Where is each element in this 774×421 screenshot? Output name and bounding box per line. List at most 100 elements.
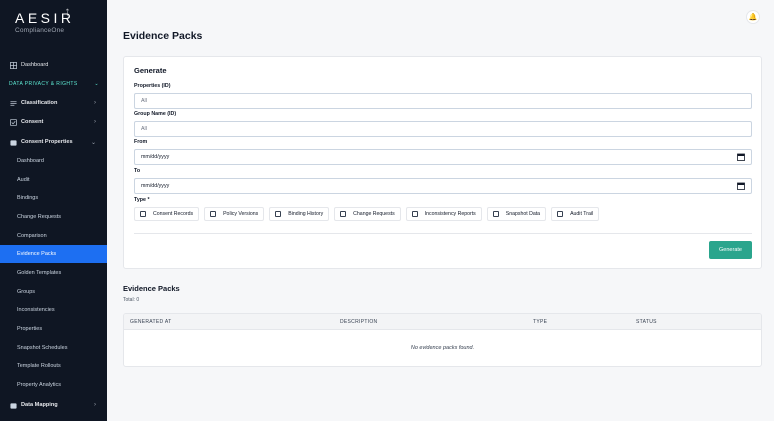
checkbox-label: Inconsistency Reports bbox=[424, 211, 476, 217]
sidebar-subitem-properties[interactable]: Properties bbox=[0, 320, 107, 338]
sidebar-subitem-template-rollouts[interactable]: Template Rollouts bbox=[0, 357, 107, 375]
sidebar-subitem-label: Golden Templates bbox=[17, 270, 62, 276]
column-header-description[interactable]: DESCRIPTION bbox=[340, 319, 377, 325]
sidebar-item-label: Consent Properties bbox=[21, 139, 73, 145]
checkbox-icon bbox=[275, 211, 282, 217]
sidebar-item-classification[interactable]: Classification › bbox=[0, 95, 107, 111]
sidebar-subitem-golden-templates[interactable]: Golden Templates bbox=[0, 264, 107, 282]
sidebar-subitem-dashboard[interactable]: Dashboard bbox=[0, 152, 107, 170]
column-header-status[interactable]: STATUS bbox=[636, 319, 657, 325]
list-icon bbox=[10, 100, 17, 107]
type-audit-trail-checkbox[interactable]: Audit Trail bbox=[551, 207, 600, 221]
generate-button[interactable]: Generate bbox=[709, 241, 752, 259]
type-options: Consent Records Policy Versions Binding … bbox=[134, 207, 604, 221]
sidebar-subitem-audit[interactable]: Audit bbox=[0, 171, 107, 189]
logo[interactable]: AESIR ComplianceOne ᛏ bbox=[15, 8, 95, 34]
checkbox-label: Change Requests bbox=[353, 211, 395, 217]
sidebar-subitem-label: Properties bbox=[17, 326, 43, 332]
group-select[interactable]: All bbox=[134, 121, 752, 137]
sidebar-subitem-inconsistencies[interactable]: Inconsistencies bbox=[0, 301, 107, 319]
sidebar-item-label: Classification bbox=[21, 100, 58, 106]
group-label: Group Name (ID) bbox=[134, 111, 177, 117]
generate-title: Generate bbox=[134, 66, 167, 75]
checkbox-icon bbox=[492, 211, 499, 217]
sidebar-subitem-label: Bindings bbox=[17, 195, 39, 201]
group-value: All bbox=[141, 126, 147, 132]
sidebar-subitem-label: Comparison bbox=[17, 233, 47, 239]
column-header-type[interactable]: TYPE bbox=[533, 319, 547, 325]
empty-state-message: No evidence packs found. bbox=[410, 345, 475, 351]
from-label: From bbox=[134, 139, 148, 145]
to-date-input[interactable]: mm/dd/yyyy bbox=[134, 178, 752, 194]
chevron-right-icon: › bbox=[94, 100, 96, 106]
sidebar-subitem-label: Snapshot Schedules bbox=[17, 345, 68, 351]
generate-card: Generate Properties (ID) All Group Name … bbox=[123, 56, 762, 269]
type-policy-versions-checkbox[interactable]: Policy Versions bbox=[204, 207, 265, 221]
checkbox-label: Binding History bbox=[288, 211, 324, 217]
sidebar-subitem-label: Evidence Packs bbox=[17, 251, 57, 257]
packs-table: GENERATED AT DESCRIPTION TYPE STATUS No … bbox=[123, 313, 762, 367]
type-consent-records-checkbox[interactable]: Consent Records bbox=[134, 207, 200, 221]
sidebar-item-dashboard[interactable]: Dashboard bbox=[0, 57, 107, 73]
sidebar: AESIR ComplianceOne ᛏ Dashboard DATA PRI… bbox=[0, 0, 107, 421]
sidebar-subitem-label: Groups bbox=[17, 289, 36, 295]
sidebar-subitem-evidence-packs[interactable]: Evidence Packs bbox=[0, 245, 107, 263]
page-title: Evidence Packs bbox=[123, 30, 203, 42]
sidebar-subitem-property-analytics[interactable]: Property Analytics bbox=[0, 376, 107, 394]
sidebar-subitem-label: Inconsistencies bbox=[17, 307, 55, 313]
checkbox-icon bbox=[411, 211, 418, 217]
type-inconsistency-reports-checkbox[interactable]: Inconsistency Reports bbox=[405, 207, 482, 221]
sidebar-item-consent-properties[interactable]: Consent Properties ⌄ bbox=[0, 134, 107, 150]
column-header-generated-at[interactable]: GENERATED AT bbox=[130, 319, 171, 325]
checkbox-icon bbox=[10, 118, 17, 126]
sidebar-item-consent[interactable]: Consent › bbox=[0, 114, 107, 130]
sidebar-subitem-groups[interactable]: Groups bbox=[0, 283, 107, 301]
chevron-down-icon: ⌄ bbox=[90, 139, 96, 146]
chevron-right-icon: › bbox=[94, 119, 96, 125]
calendar-icon[interactable] bbox=[737, 182, 745, 190]
checkbox-label: Policy Versions bbox=[223, 211, 259, 217]
checkbox-icon bbox=[557, 211, 564, 217]
divider bbox=[134, 233, 752, 234]
sidebar-subitem-comparison[interactable]: Comparison bbox=[0, 227, 107, 245]
packs-total: Total: 0 bbox=[123, 297, 140, 303]
dashboard-icon bbox=[10, 61, 17, 69]
from-date-input[interactable]: mm/dd/yyyy bbox=[134, 149, 752, 165]
checkbox-icon bbox=[340, 211, 347, 217]
properties-value: All bbox=[141, 98, 147, 104]
folder-icon bbox=[10, 402, 17, 409]
section-data-privacy[interactable]: DATA PRIVACY & RIGHTS ⌄ bbox=[9, 81, 101, 87]
sidebar-subitem-label: Template Rollouts bbox=[17, 363, 61, 369]
properties-label: Properties (ID) bbox=[134, 83, 171, 89]
properties-select[interactable]: All bbox=[134, 93, 752, 109]
type-snapshot-data-checkbox[interactable]: Snapshot Data bbox=[486, 207, 547, 221]
checkbox-icon bbox=[210, 211, 217, 217]
calendar-icon[interactable] bbox=[737, 153, 745, 161]
type-label: Type * bbox=[134, 197, 150, 203]
packs-title: Evidence Packs bbox=[123, 284, 180, 293]
section-label: DATA PRIVACY & RIGHTS bbox=[9, 81, 78, 87]
type-change-requests-checkbox[interactable]: Change Requests bbox=[334, 207, 401, 221]
sidebar-item-label: Dashboard bbox=[21, 62, 49, 68]
sidebar-item-label: Data Mapping bbox=[21, 402, 58, 408]
checkbox-label: Snapshot Data bbox=[505, 211, 541, 217]
folder-icon bbox=[10, 139, 17, 146]
sidebar-subitem-snapshot-schedules[interactable]: Snapshot Schedules bbox=[0, 339, 107, 357]
from-date-value: mm/dd/yyyy bbox=[141, 154, 170, 160]
brand-subtitle: ComplianceOne bbox=[15, 27, 65, 34]
checkbox-label: Audit Trail bbox=[570, 211, 594, 217]
chevron-right-icon: › bbox=[94, 402, 96, 408]
type-binding-history-checkbox[interactable]: Binding History bbox=[269, 207, 330, 221]
to-date-value: mm/dd/yyyy bbox=[141, 183, 170, 189]
sidebar-subitem-label: Dashboard bbox=[17, 158, 44, 164]
notification-bell-icon[interactable]: 🔔 bbox=[746, 10, 760, 24]
brand-mark-icon: ᛏ bbox=[65, 8, 70, 17]
to-label: To bbox=[134, 168, 141, 174]
sidebar-subitem-bindings[interactable]: Bindings bbox=[0, 189, 107, 207]
sidebar-subitem-change-requests[interactable]: Change Requests bbox=[0, 208, 107, 226]
sidebar-item-label: Consent bbox=[21, 119, 44, 125]
sidebar-subitem-label: Audit bbox=[17, 177, 30, 183]
sidebar-item-data-mapping[interactable]: Data Mapping › bbox=[0, 397, 107, 413]
chevron-down-icon: ⌄ bbox=[94, 81, 99, 87]
sidebar-subitem-label: Property Analytics bbox=[17, 382, 62, 388]
